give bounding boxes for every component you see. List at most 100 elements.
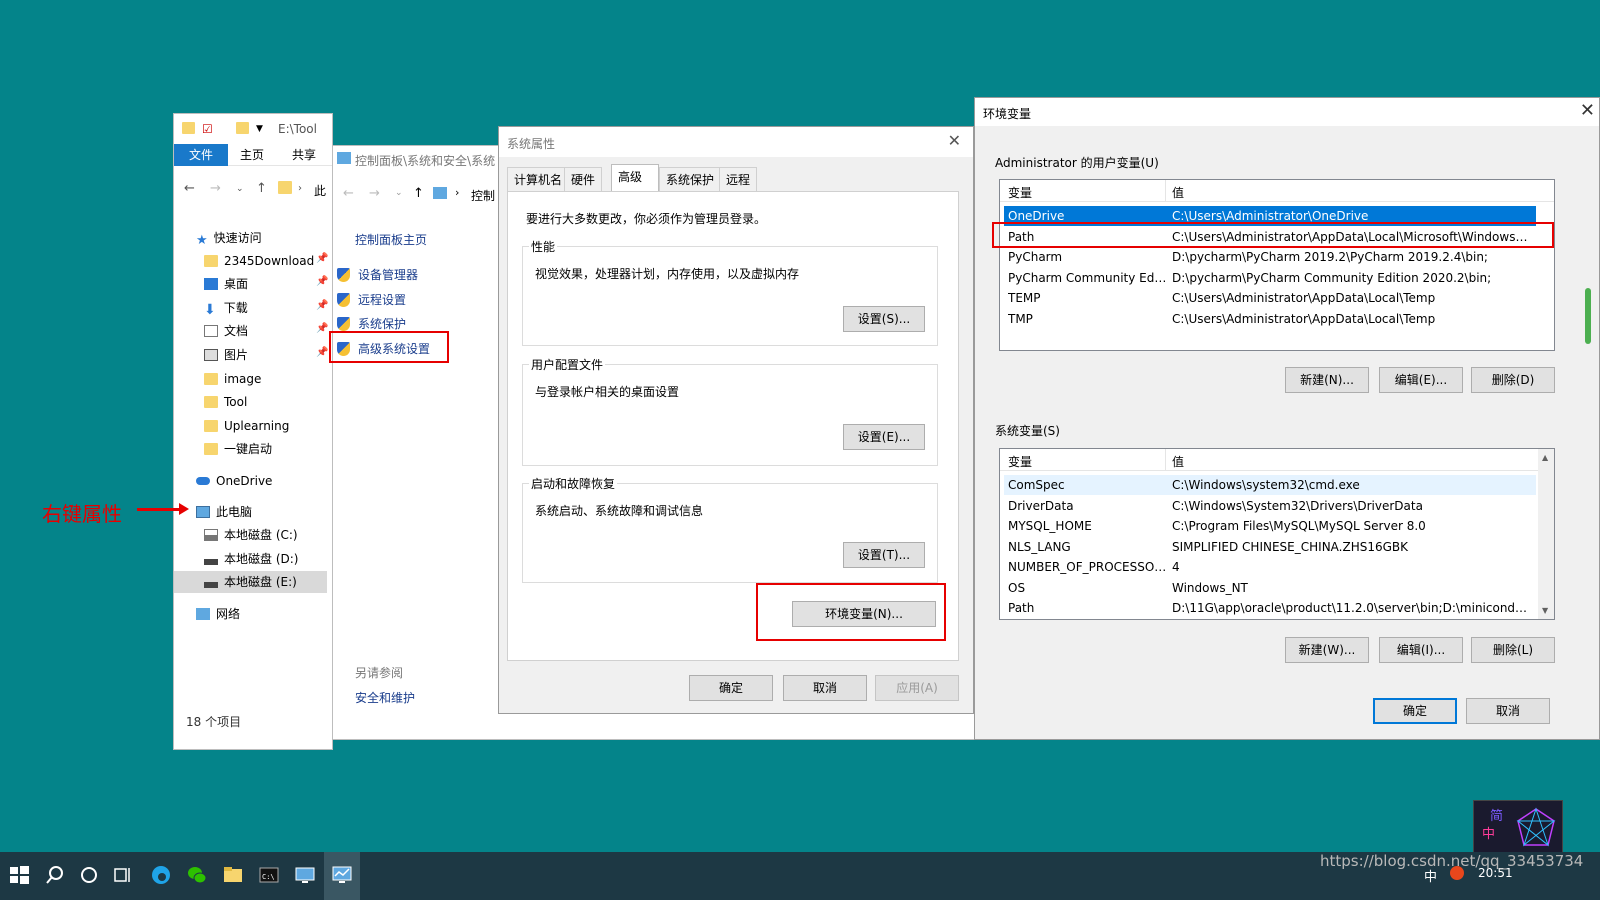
forward-icon[interactable]: → — [369, 186, 380, 201]
system-control-icon[interactable] — [331, 864, 353, 886]
file-explorer-icon[interactable] — [222, 864, 244, 886]
folder-icon[interactable] — [182, 122, 195, 137]
ok-button[interactable]: 确定 — [689, 675, 773, 701]
dialog-title: 环境变量 — [983, 107, 1032, 121]
performance-settings-button[interactable]: 设置(S)... — [843, 306, 925, 332]
env-ok-button[interactable]: 确定 — [1373, 698, 1457, 724]
tab-advanced[interactable]: 高级 — [611, 164, 659, 191]
forward-icon[interactable]: → — [210, 181, 221, 196]
system-new-button[interactable]: 新建(W)... — [1285, 637, 1369, 663]
table-row[interactable]: PyCharm D:\pycharm\PyCharm 2019.2\PyCharm… — [1004, 247, 1536, 267]
scroll-up-icon[interactable]: ▲ — [1542, 453, 1548, 462]
new-folder-icon[interactable] — [236, 122, 249, 137]
table-row[interactable]: TEMP C:\Users\Administrator\AppData\Local… — [1004, 288, 1536, 308]
windows-start-icon[interactable] — [8, 864, 30, 886]
nav-item-desktop[interactable]: 桌面 — [204, 273, 248, 295]
cortana-icon[interactable] — [78, 864, 100, 886]
user-delete-button[interactable]: 删除(D) — [1471, 367, 1555, 393]
ime-widget[interactable]: 简 中 — [1473, 800, 1563, 854]
column-header-value[interactable]: 值 — [1172, 184, 1184, 201]
scroll-down-icon[interactable]: ▼ — [1542, 606, 1548, 615]
nav-item-quickstart[interactable]: 一键启动 — [204, 438, 272, 460]
properties-icon[interactable]: ☑ — [202, 122, 213, 136]
edge-browser-icon[interactable] — [150, 864, 172, 886]
device-manager-link[interactable]: 设备管理器 — [337, 266, 418, 283]
pin-icon[interactable]: 📌 — [316, 253, 328, 264]
pin-icon[interactable]: 📌 — [316, 276, 328, 287]
recent-dropdown-icon[interactable]: ⌄ — [236, 184, 244, 194]
nav-item-pictures[interactable]: 图片 — [204, 344, 248, 366]
nav-item-downloads[interactable]: ⬇ 下载 — [204, 297, 248, 319]
terminal-icon[interactable]: C:\ — [258, 864, 280, 886]
pin-icon[interactable]: 📌 — [316, 300, 328, 311]
recent-dropdown-icon[interactable]: ⌄ — [395, 188, 403, 198]
cancel-button[interactable]: 取消 — [783, 675, 867, 701]
remote-settings-link[interactable]: 远程设置 — [337, 291, 406, 308]
user-variables-list[interactable]: 变量 值 OneDrive C:\Users\Administrator\OneD… — [999, 179, 1555, 351]
system-edit-button[interactable]: 编辑(I)... — [1379, 637, 1463, 663]
nav-drive-e[interactable]: 本地磁盘 (E:) — [174, 571, 327, 593]
table-row[interactable]: TMP C:\Users\Administrator\AppData\Local\… — [1004, 309, 1536, 329]
table-row[interactable]: DriverData C:\Windows\System32\Drivers\Dr… — [1004, 496, 1536, 516]
nav-item-2345download[interactable]: 2345Download — [204, 250, 314, 272]
profile-settings-button[interactable]: 设置(E)... — [843, 424, 925, 450]
table-row[interactable]: PyCharm Community Editi... D:\pycharm\PyC… — [1004, 268, 1536, 288]
address-bar: ← → ⌄ ↑ › 此 — [174, 174, 332, 204]
tab-home[interactable]: 主页 — [232, 144, 272, 166]
nav-item-tool[interactable]: Tool — [204, 391, 247, 413]
column-header-value[interactable]: 值 — [1172, 453, 1184, 470]
back-icon[interactable]: ← — [184, 181, 195, 196]
startup-settings-button[interactable]: 设置(T)... — [843, 542, 925, 568]
table-row[interactable]: NUMBER_OF_PROCESSORS 4 — [1004, 557, 1536, 577]
user-edit-button[interactable]: 编辑(E)... — [1379, 367, 1463, 393]
tab-file[interactable]: 文件 — [174, 144, 228, 166]
task-view-icon[interactable] — [112, 864, 134, 886]
address-partial[interactable]: 此 — [314, 182, 326, 199]
system-delete-button[interactable]: 删除(L) — [1471, 637, 1555, 663]
up-icon[interactable]: ↑ — [256, 181, 267, 196]
close-icon[interactable]: ✕ — [948, 131, 961, 150]
remote-desktop-icon[interactable] — [294, 864, 316, 886]
security-maintenance-link[interactable]: 安全和维护 — [355, 689, 415, 706]
side-scroll-indicator[interactable] — [1585, 288, 1591, 344]
nav-item-documents[interactable]: 文档 — [204, 320, 248, 342]
tab-hardware[interactable]: 硬件 — [564, 167, 603, 191]
nav-item-image[interactable]: image — [204, 368, 261, 390]
close-icon[interactable]: ✕ — [1580, 100, 1595, 121]
table-row[interactable]: OS Windows_NT — [1004, 578, 1536, 598]
tab-remote[interactable]: 远程 — [719, 167, 758, 191]
address-partial[interactable]: 控制 — [471, 187, 495, 204]
apply-button[interactable]: 应用(A) — [875, 675, 959, 701]
env-cancel-button[interactable]: 取消 — [1466, 698, 1550, 724]
scrollbar[interactable]: ▲ ▼ — [1538, 449, 1554, 619]
system-protection-link[interactable]: 系统保护 — [337, 315, 406, 332]
column-header-variable[interactable]: 变量 — [1008, 453, 1032, 470]
column-header-variable[interactable]: 变量 — [1008, 184, 1032, 201]
search-icon[interactable] — [44, 864, 66, 886]
nav-onedrive[interactable]: OneDrive — [196, 470, 272, 492]
tab-system-protection[interactable]: 系统保护 — [659, 167, 722, 191]
user-new-button[interactable]: 新建(N)... — [1285, 367, 1369, 393]
up-icon[interactable]: ↑ — [413, 186, 424, 201]
pin-icon[interactable]: 📌 — [316, 347, 328, 358]
chevron-down-icon[interactable]: ▼ — [256, 124, 263, 134]
folder-icon — [278, 181, 292, 198]
nav-drive-c[interactable]: 本地磁盘 (C:) — [204, 524, 298, 546]
control-panel-home-link[interactable]: 控制面板主页 — [355, 231, 427, 248]
tab-share[interactable]: 共享 — [284, 144, 324, 166]
nav-network[interactable]: 网络 — [196, 603, 240, 625]
pin-icon[interactable]: 📌 — [316, 323, 328, 334]
nav-drive-d[interactable]: 本地磁盘 (D:) — [204, 548, 298, 570]
wechat-icon[interactable] — [186, 864, 208, 886]
back-icon[interactable]: ← — [343, 186, 354, 201]
table-row[interactable]: MYSQL_HOME C:\Program Files\MySQL\MySQL S… — [1004, 516, 1536, 536]
shield-icon — [337, 317, 350, 331]
nav-item-uplearning[interactable]: Uplearning — [204, 415, 289, 437]
table-row[interactable]: NLS_LANG SIMPLIFIED CHINESE_CHINA.ZHS16GB… — [1004, 537, 1536, 557]
system-variables-list[interactable]: 变量 值 ComSpec C:\Windows\system32\cmd.exe D… — [999, 448, 1555, 620]
table-row[interactable]: ComSpec C:\Windows\system32\cmd.exe — [1004, 475, 1536, 495]
nav-quick-access[interactable]: ★ 快速访问 — [196, 227, 262, 249]
tab-computer-name[interactable]: 计算机名 — [507, 167, 570, 191]
table-row[interactable]: Path D:\11G\app\oracle\product\11.2.0\ser… — [1004, 598, 1536, 618]
nav-this-pc[interactable]: 此电脑 — [196, 501, 252, 523]
